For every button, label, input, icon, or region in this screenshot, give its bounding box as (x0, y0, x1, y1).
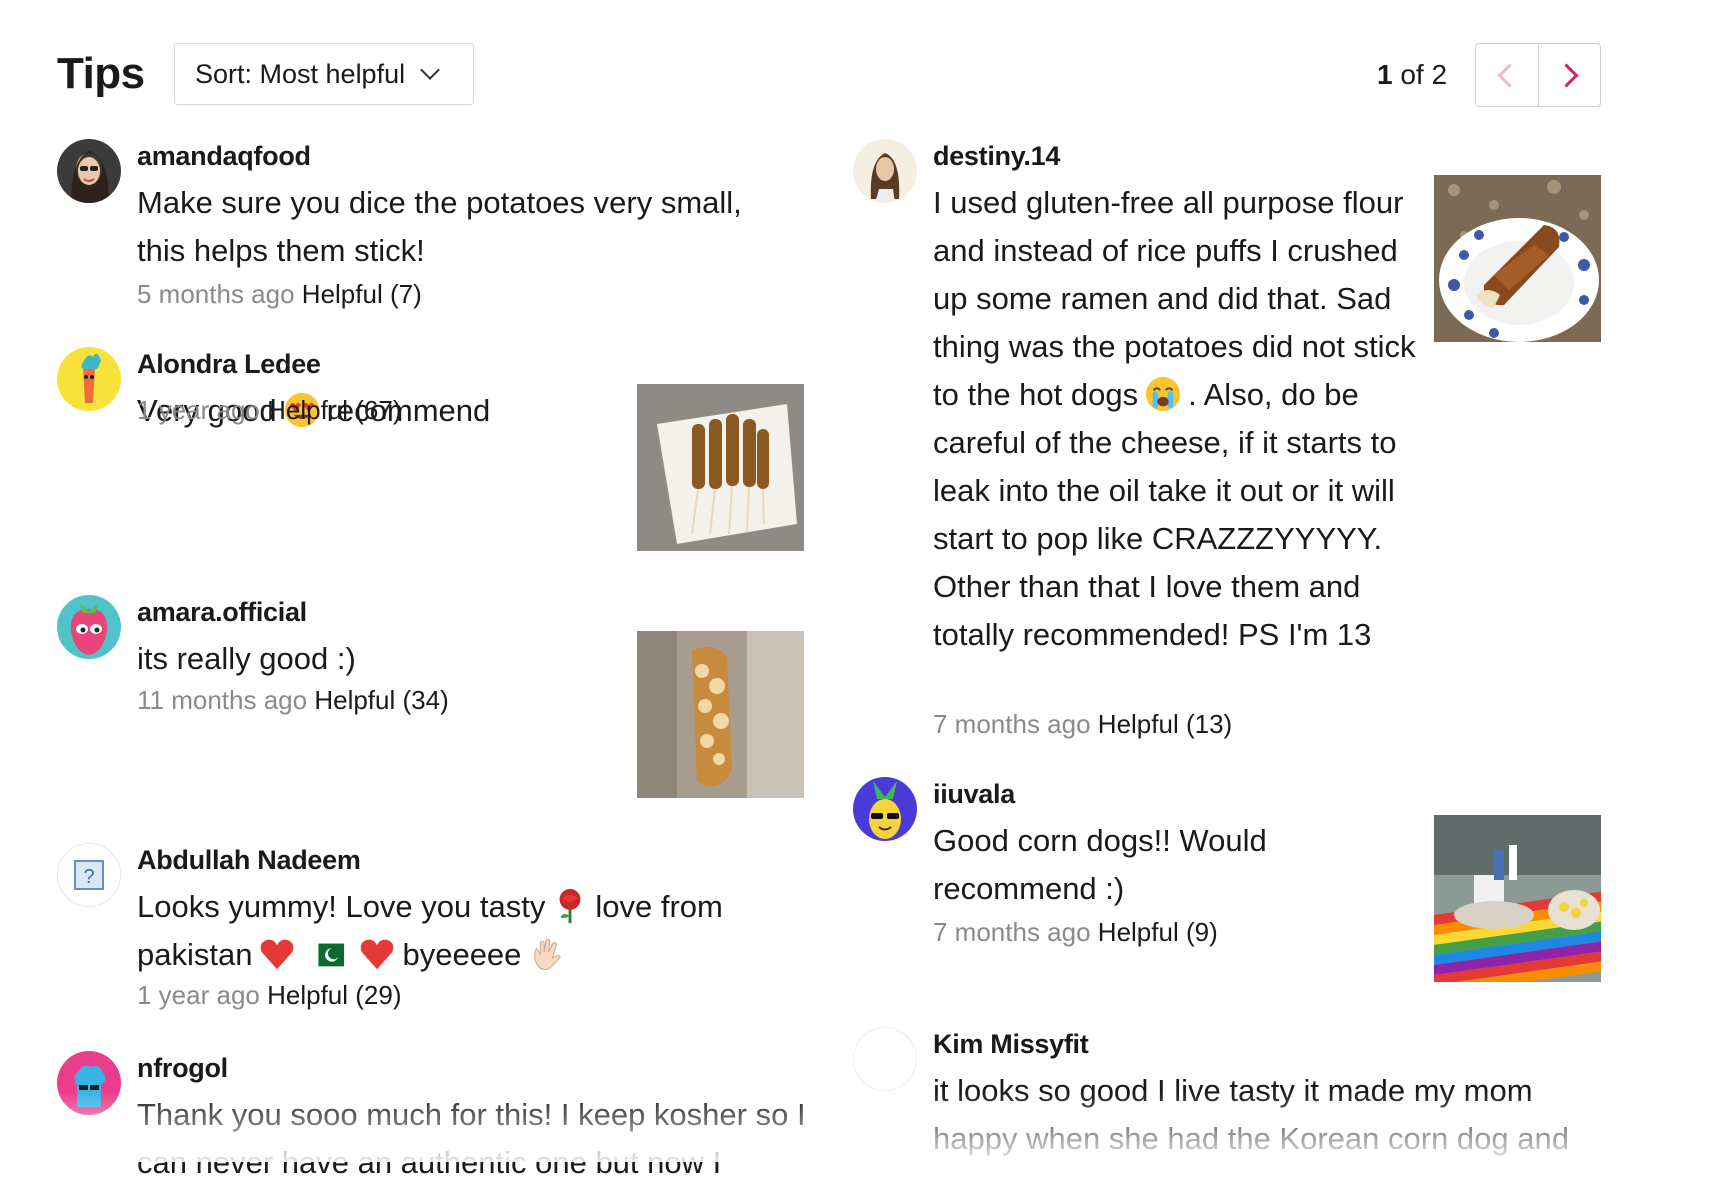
tip-text: Make sure you dice the potatoes very sma… (137, 185, 742, 268)
tip-photo[interactable] (637, 631, 804, 798)
chevron-left-icon (1497, 62, 1522, 88)
avatar[interactable] (57, 139, 121, 203)
helpful-button[interactable]: Helpful (9) (1098, 917, 1218, 947)
red-heart-emoji-icon (361, 939, 394, 970)
chevron-down-icon (420, 60, 440, 80)
page-total: of 2 (1400, 59, 1448, 90)
avatar[interactable] (57, 595, 121, 659)
helpful-button[interactable]: Helpful (34) (314, 685, 448, 715)
pagination-controls (1475, 43, 1601, 107)
tip-meta: 7 months ago Helpful (9) (933, 917, 1218, 948)
tip-meta: 11 months ago Helpful (34) (137, 685, 449, 716)
page-current: 1 (1377, 59, 1393, 90)
tip-item: amara.official its really good :) 11 mon… (57, 595, 807, 805)
next-page-button[interactable] (1537, 44, 1601, 106)
tips-header: Tips Sort: Most helpful 1 of 2 (57, 43, 1602, 107)
tip-photo[interactable] (1424, 815, 1614, 997)
tip-item: ? Abdullah Nadeem Looks yummy! Love you … (57, 843, 807, 1023)
username[interactable]: Alondra Ledee (137, 349, 321, 380)
username[interactable]: nfrogol (137, 1053, 228, 1084)
username[interactable]: destiny.14 (933, 141, 1060, 172)
timestamp: 1 year ago (137, 395, 260, 425)
helpful-button[interactable]: Helpful (29) (267, 980, 401, 1010)
tip-text: Good corn dogs!! Would recommend :) (933, 823, 1267, 906)
username[interactable]: Abdullah Nadeem (137, 845, 361, 876)
tip-meta: 1 year ago Helpful (67) (137, 395, 402, 426)
tip-item: amandaqfood Make sure you dice the potat… (57, 139, 807, 319)
username[interactable]: amandaqfood (137, 141, 311, 172)
waving-hand-emoji-icon (534, 938, 562, 970)
rose-emoji-icon (559, 888, 581, 923)
crying-face-emoji-icon (1146, 376, 1181, 411)
svg-text:?: ? (83, 866, 94, 888)
timestamp: 11 months ago (137, 685, 308, 715)
avatar[interactable] (853, 1027, 917, 1091)
chevron-right-icon (1554, 62, 1579, 88)
avatar[interactable] (853, 139, 917, 203)
tip-meta: 1 year ago Helpful (29) (137, 980, 402, 1011)
tip-meta: 5 months ago Helpful (7) (137, 279, 422, 310)
avatar[interactable] (57, 1051, 121, 1115)
tip-text-part: Looks yummy! Love you tasty (137, 889, 546, 924)
helpful-button[interactable]: Helpful (13) (1098, 709, 1232, 739)
avatar[interactable] (853, 777, 917, 841)
tip-photo[interactable] (637, 384, 804, 551)
tip-meta: 7 months ago Helpful (13) (933, 709, 1232, 740)
sort-dropdown[interactable]: Sort: Most helpful (174, 43, 474, 105)
timestamp: 5 months ago (137, 279, 295, 309)
tip-text: I used gluten-free all purpose flour and… (933, 179, 1423, 659)
tip-text: Thank you sooo much for this! I keep kos… (137, 1097, 806, 1180)
tip-text-part: . Also, do be careful of the cheese, if … (933, 377, 1397, 652)
username[interactable]: amara.official (137, 597, 307, 628)
avatar[interactable] (57, 347, 121, 411)
page-title: Tips (57, 49, 145, 98)
helpful-button[interactable]: Helpful (67) (267, 395, 401, 425)
sort-label: Sort: Most helpful (195, 58, 406, 89)
tip-text-part: love from (595, 889, 723, 924)
username[interactable]: Kim Missyfit (933, 1029, 1089, 1060)
tip-item: destiny.14 I used gluten-free all purpos… (853, 139, 1613, 759)
timestamp: 7 months ago (933, 709, 1091, 739)
tip-text-part: byeeeee (402, 937, 522, 972)
page-indicator: 1 of 2 (1377, 59, 1447, 91)
tip-text: its really good :) (137, 641, 356, 676)
tip-text-part: pakistan (137, 937, 253, 972)
tip-photo[interactable] (1434, 175, 1601, 342)
tip-item: Alondra Ledee Very good recommend 1 year … (57, 347, 807, 557)
prev-page-button[interactable] (1476, 44, 1538, 106)
timestamp: 7 months ago (933, 917, 1091, 947)
tip-item: Kim Missyfit it looks so good I live tas… (853, 1027, 1613, 1162)
tip-text: Looks yummy! Love you tasty love from paki… (137, 883, 797, 979)
tip-item: iiuvala Good corn dogs!! Would recommend… (853, 777, 1614, 997)
avatar[interactable]: ? (57, 843, 121, 907)
tip-item: nfrogol Thank you sooo much for this! I … (57, 1051, 837, 1180)
pakistan-flag-emoji-icon (310, 943, 345, 967)
timestamp: 1 year ago (137, 980, 260, 1010)
red-heart-emoji-icon (261, 939, 294, 970)
username[interactable]: iiuvala (933, 779, 1015, 810)
helpful-button[interactable]: Helpful (7) (302, 279, 422, 309)
tip-text: it looks so good I live tasty it made my… (933, 1073, 1569, 1156)
